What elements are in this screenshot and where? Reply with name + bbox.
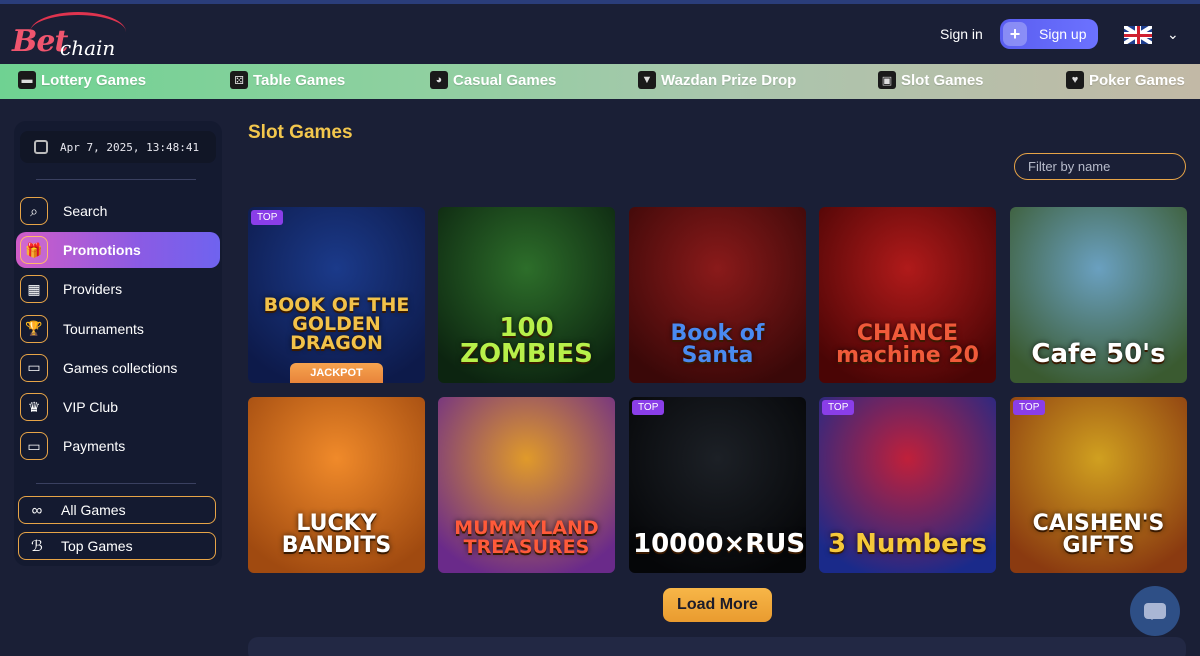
card-icon: ▭	[20, 432, 48, 461]
category-table-games[interactable]: ⚄ Table Games	[230, 71, 345, 89]
category-bar: ▬ Lottery Games ⚄ Table Games ◕ Casual Games ▼…	[0, 64, 1200, 99]
chevron-down-icon[interactable]: ⌄	[1167, 26, 1179, 43]
logo-chain-text: chain	[60, 36, 116, 60]
category-poker-games[interactable]: ♥ Poker Games	[1066, 71, 1185, 89]
category-wazdan-prize-drop[interactable]: ▼ Wazdan Prize Drop	[638, 71, 796, 89]
sidebar-item-label: Games collections	[63, 359, 178, 376]
page-title: Slot Games	[248, 122, 353, 143]
slot-machine-icon: ▣	[878, 71, 896, 89]
category-label: Wazdan Prize Drop	[661, 71, 797, 89]
collection-icon: ▭	[20, 353, 48, 382]
load-more-button[interactable]: Load More	[663, 588, 772, 622]
betchain-logo[interactable]: Bet chain	[12, 10, 126, 60]
trophy-icon: 🏆	[20, 314, 48, 343]
game-tile[interactable]: Book of Santa	[629, 207, 806, 383]
crown-icon: ♛	[20, 393, 48, 421]
chat-support-button[interactable]	[1130, 586, 1180, 636]
sidebar-item-payments[interactable]: ▭ Payments	[16, 428, 220, 464]
category-label: Lottery Games	[41, 71, 147, 89]
top-badge: TOP	[1013, 400, 1046, 415]
pill-label: All Games	[61, 502, 126, 518]
divider	[36, 483, 196, 484]
game-tile[interactable]: 100 ZOMBIES	[438, 207, 615, 383]
game-tile[interactable]: CHANCE machine 20	[819, 207, 996, 383]
game-title: LUCKY BANDITS	[281, 511, 392, 558]
game-title: 3 Numbers	[827, 529, 988, 559]
sign-up-button[interactable]: + Sign up	[1000, 19, 1098, 49]
category-label: Casual Games	[453, 71, 557, 89]
game-tile[interactable]: LUCKY BANDITS	[248, 397, 425, 573]
grid-icon: ▦	[20, 275, 48, 304]
game-tile[interactable]: CAISHEN'S GIFTS TOP	[1010, 397, 1187, 573]
b-logo-icon: ℬ	[31, 538, 43, 555]
game-tile[interactable]: BOOK OF THE GOLDEN DRAGON TOP JACKPOT	[248, 207, 425, 383]
game-title: CAISHEN'S GIFTS	[1032, 511, 1165, 558]
poker-chip-icon: ♥	[1066, 71, 1084, 89]
ticket-icon: ▬	[18, 71, 36, 89]
top-badge: TOP	[251, 210, 284, 225]
sidebar-toggle-icon[interactable]	[34, 140, 48, 154]
sidebar: Apr 7, 2025, 13:48:41 ⌕ Search 🎁 Promotions…	[14, 121, 222, 566]
divider	[36, 179, 196, 180]
plus-icon: +	[1003, 22, 1027, 46]
sidebar-item-label: VIP Club	[63, 399, 118, 415]
pacman-icon: ◕	[430, 71, 448, 89]
sidebar-item-vip-club[interactable]: ♛ VIP Club	[16, 389, 220, 425]
chat-bubble-icon	[1144, 603, 1166, 620]
sign-in-link[interactable]: Sign in	[940, 26, 983, 42]
sidebar-item-label: Tournaments	[63, 320, 144, 337]
category-casual-games[interactable]: ◕ Casual Games	[430, 71, 556, 89]
sidebar-item-tournaments[interactable]: 🏆 Tournaments	[16, 311, 220, 347]
jackpot-badge: JACKPOT	[290, 363, 383, 383]
wazdan-icon: ▼	[638, 71, 656, 89]
infinity-icon: ∞	[31, 501, 43, 519]
game-title: MUMMYLAND TREASURES	[454, 517, 599, 558]
dice-icon: ⚄	[230, 71, 248, 89]
gift-icon: 🎁	[20, 236, 48, 265]
category-label: Slot Games	[901, 71, 984, 89]
game-title: Book of Santa	[670, 321, 765, 368]
top-badge: TOP	[632, 400, 665, 415]
sidebar-item-label: Providers	[63, 281, 123, 298]
sidebar-all-games-button[interactable]: ∞ All Games	[18, 496, 216, 524]
sidebar-item-promotions[interactable]: 🎁 Promotions	[16, 232, 220, 269]
sidebar-item-providers[interactable]: ▦ Providers	[16, 271, 220, 307]
category-lottery-games[interactable]: ▬ Lottery Games	[18, 71, 146, 89]
game-tile[interactable]: 3 Numbers TOP	[819, 397, 996, 573]
pill-label: Top Games	[61, 538, 133, 554]
game-title: 100 ZOMBIES	[460, 313, 593, 369]
top-badge: TOP	[822, 400, 855, 415]
site-header: Bet chain Sign in + Sign up ⌄	[0, 4, 1200, 64]
clock-widget: Apr 7, 2025, 13:48:41	[20, 131, 216, 163]
category-label: Poker Games	[1089, 71, 1185, 89]
game-tile[interactable]: MUMMYLAND TREASURES	[438, 397, 615, 573]
game-tile[interactable]: 10000×RUSH TOP	[629, 397, 806, 573]
filter-by-name-input[interactable]	[1014, 153, 1186, 180]
flag-cross-red	[1136, 26, 1140, 44]
game-title: Cafe 50's	[1031, 339, 1166, 369]
sidebar-item-search[interactable]: ⌕ Search	[16, 193, 220, 229]
sidebar-item-label: Payments	[63, 438, 126, 455]
uk-flag-icon[interactable]	[1124, 26, 1152, 44]
category-slot-games[interactable]: ▣ Slot Games	[878, 71, 984, 89]
category-label: Table Games	[253, 71, 346, 89]
sidebar-top-games-button[interactable]: ℬ Top Games	[18, 532, 216, 560]
game-title: BOOK OF THE GOLDEN DRAGON	[263, 294, 410, 354]
game-title: CHANCE machine 20	[836, 321, 979, 368]
current-datetime: Apr 7, 2025, 13:48:41	[60, 140, 200, 154]
game-title: 10000×RUSH	[633, 529, 806, 559]
bottom-panel	[248, 637, 1186, 656]
search-icon: ⌕	[20, 197, 48, 225]
game-tile[interactable]: Cafe 50's	[1010, 207, 1187, 383]
sidebar-item-label: Promotions	[63, 242, 141, 259]
sidebar-item-label: Search	[63, 203, 108, 219]
sidebar-item-games-collections[interactable]: ▭ Games collections	[16, 350, 220, 386]
sign-up-label: Sign up	[1039, 26, 1087, 42]
